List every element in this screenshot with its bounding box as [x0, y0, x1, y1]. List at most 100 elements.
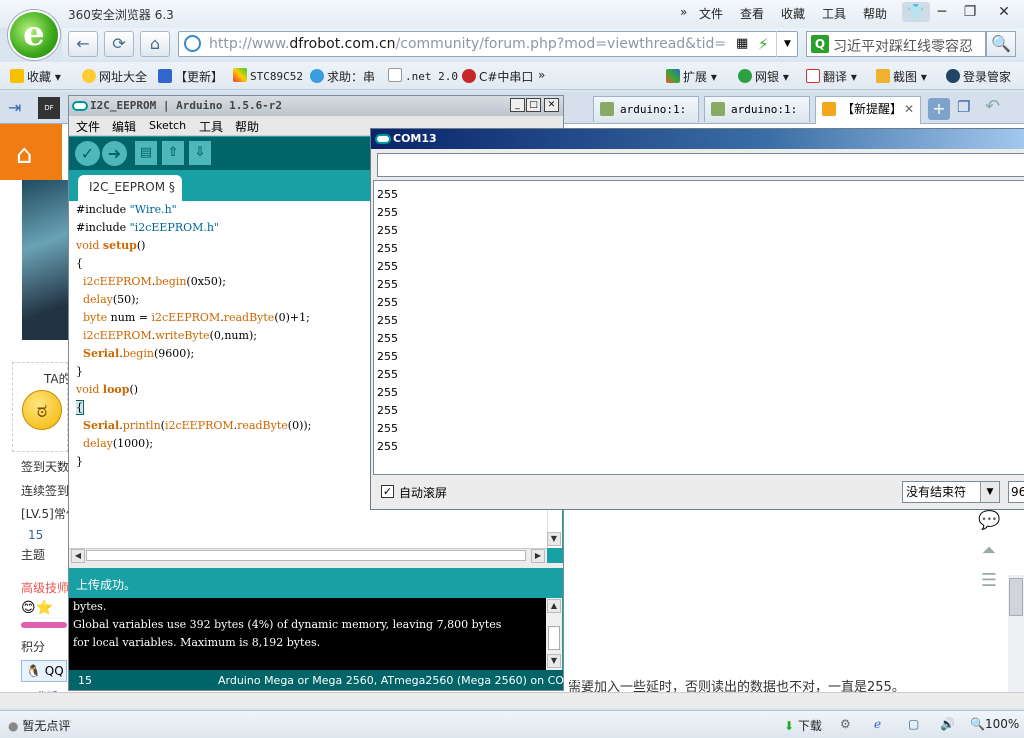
editor-scroll-right-icon[interactable]: ▶ [531, 549, 545, 563]
minimize-button[interactable]: ─ [928, 2, 956, 22]
fav-more-icon[interactable]: » [538, 68, 545, 82]
status-bar [0, 710, 1024, 738]
baud-rate-select[interactable]: 9600 [1008, 481, 1024, 503]
skin-icon[interactable]: 👕 [902, 2, 930, 22]
console-scroll-down-icon[interactable]: ▼ [547, 654, 561, 668]
menu-more-icon[interactable]: » [680, 5, 687, 19]
arduino-maximize-button[interactable]: □ [526, 98, 541, 112]
search-button[interactable]: 🔍 [986, 31, 1016, 57]
arduino-minimize-button[interactable]: _ [510, 98, 525, 112]
fav-link-help[interactable]: 求助：串 [310, 68, 375, 85]
save-sketch-button[interactable]: ⇩ [189, 141, 211, 165]
download-button[interactable]: ⬇ 下载 [784, 717, 822, 734]
review-icon: ● [8, 719, 19, 733]
menu-file[interactable]: 文件 [699, 5, 723, 22]
new-sketch-button[interactable]: ▤ [135, 141, 157, 165]
ie-mode-icon[interactable]: ℯ [874, 717, 881, 731]
editor-hscroll-thumb[interactable] [86, 550, 526, 561]
tab-icon [600, 102, 614, 116]
comment-icon[interactable]: 💬 [978, 510, 1000, 532]
arduino-close-button[interactable]: ✕ [544, 98, 559, 112]
fav-link-update[interactable]: 【更新】 [158, 68, 223, 85]
serial-output-line: 255 [377, 314, 398, 327]
zoom-control[interactable]: 🔍100% [970, 717, 1019, 731]
serial-monitor-title-bar[interactable] [371, 129, 1024, 149]
back-to-top-icon[interactable]: ⏶ [978, 540, 1000, 562]
close-button[interactable]: ✕ [990, 2, 1018, 22]
browser-title: 360安全浏览器 6.3 [68, 8, 174, 22]
tab-favicon[interactable]: DF [38, 97, 60, 119]
serial-output-line: 255 [377, 224, 398, 237]
serial-output-line: 255 [377, 332, 398, 345]
arduino-menu-tools[interactable]: 工具 [199, 118, 223, 135]
star-icon [10, 69, 24, 83]
tab-arduino-1[interactable]: arduino:1: [593, 96, 699, 122]
serial-output-line: 255 [377, 368, 398, 381]
login-manager-button[interactable]: 登录管家 [946, 68, 1011, 85]
favorites-menu[interactable]: 收藏 ▾ [10, 68, 61, 85]
e-icon [310, 69, 324, 83]
arduino-menu-sketch[interactable]: Sketch [149, 119, 186, 132]
serial-send-input[interactable] [377, 153, 1024, 177]
back-button[interactable]: ← [68, 31, 98, 57]
undo-close-icon[interactable]: ↶ [985, 96, 1000, 117]
tab-close-icon[interactable]: ✕ [904, 97, 914, 121]
arduino-menu-edit[interactable]: 编辑 [112, 118, 136, 135]
fav-link-stc[interactable]: STC89C52 [233, 68, 303, 83]
tab-list-icon[interactable]: ❐ [957, 98, 970, 116]
tab-arduino-2[interactable]: arduino:1: [704, 96, 810, 122]
fav-link-directory[interactable]: 网址大全 [82, 68, 147, 85]
chevron-down-icon[interactable]: ▼ [980, 482, 999, 502]
fav-link-csharp[interactable]: C#中串口 [462, 68, 533, 85]
menu-favorites[interactable]: 收藏 [781, 5, 805, 22]
translate-button[interactable]: 翻译 ▾ [806, 68, 857, 85]
arduino-menu-file[interactable]: 文件 [76, 118, 100, 135]
qq-button[interactable]: 🐧 QQ [21, 660, 67, 682]
speed-mode-icon[interactable]: ⚡ [758, 35, 769, 53]
address-dropdown[interactable]: ▼ [776, 31, 798, 57]
restore-button[interactable]: ❐ [956, 2, 984, 22]
console-scroll-up-icon[interactable]: ▲ [547, 599, 561, 613]
extensions-button[interactable]: 扩展 ▾ [666, 68, 717, 85]
serial-monitor-title: COM13 [393, 132, 437, 145]
upload-button[interactable]: ➜ [102, 141, 127, 166]
browser-logo-icon[interactable]: e [8, 10, 60, 60]
page-horizontal-scrollbar[interactable] [0, 692, 1024, 708]
volume-icon[interactable]: 🔊 [940, 717, 955, 731]
menu-tools[interactable]: 工具 [822, 5, 846, 22]
sidebar-toggle-icon[interactable]: ⇥ [8, 98, 21, 117]
new-tab-icon[interactable]: + [928, 98, 950, 120]
arduino-menu-help[interactable]: 帮助 [235, 118, 259, 135]
ebank-button[interactable]: 网银 ▾ [738, 68, 789, 85]
screenshot-button[interactable]: 截图 ▾ [876, 68, 927, 85]
plus-icon [82, 69, 96, 83]
page-scroll-thumb[interactable] [1009, 578, 1023, 616]
tab-new-reminder[interactable]: 【新提醒】 ✕ [815, 96, 921, 124]
search-text[interactable]: 习近平对踩红线零容忍 [833, 36, 983, 56]
sketch-tab[interactable]: I2C_EEPROM § [78, 175, 182, 201]
verify-button[interactable]: ✓ [75, 141, 100, 166]
window-icon[interactable]: ▢ [908, 717, 919, 731]
autoscroll-checkbox[interactable]: ✓ [381, 485, 394, 498]
user-avatar[interactable] [22, 180, 68, 340]
fav-link-dotnet[interactable]: .net 2.0 [388, 68, 458, 83]
qrcode-icon[interactable]: ▦ [736, 36, 748, 51]
address-text[interactable]: http://www.dfrobot.com.cn/community/foru… [209, 36, 727, 52]
open-sketch-button[interactable]: ⇧ [162, 141, 184, 165]
home-button[interactable]: ⌂ [140, 31, 170, 57]
refresh-button[interactable]: ⟳ [104, 31, 134, 57]
settings-icon[interactable]: ⚙ [840, 717, 851, 731]
menu-help[interactable]: 帮助 [863, 5, 887, 22]
extensions-icon [666, 69, 680, 83]
editor-scroll-down-icon[interactable]: ▼ [547, 532, 561, 546]
autoscroll-label[interactable]: 自动滚屏 [399, 484, 447, 501]
editor-scroll-left-icon[interactable]: ◀ [71, 549, 85, 563]
console-scroll-thumb[interactable] [548, 626, 560, 650]
user-card-label: TA的 [44, 372, 68, 386]
review-status[interactable]: ● 暂无点评 [8, 717, 70, 734]
serial-output-line: 255 [377, 206, 398, 219]
serial-output-line: 255 [377, 296, 398, 309]
list-icon[interactable]: ☰ [978, 570, 1000, 592]
search-engine-icon[interactable]: Q [811, 35, 829, 53]
menu-view[interactable]: 查看 [740, 5, 764, 22]
